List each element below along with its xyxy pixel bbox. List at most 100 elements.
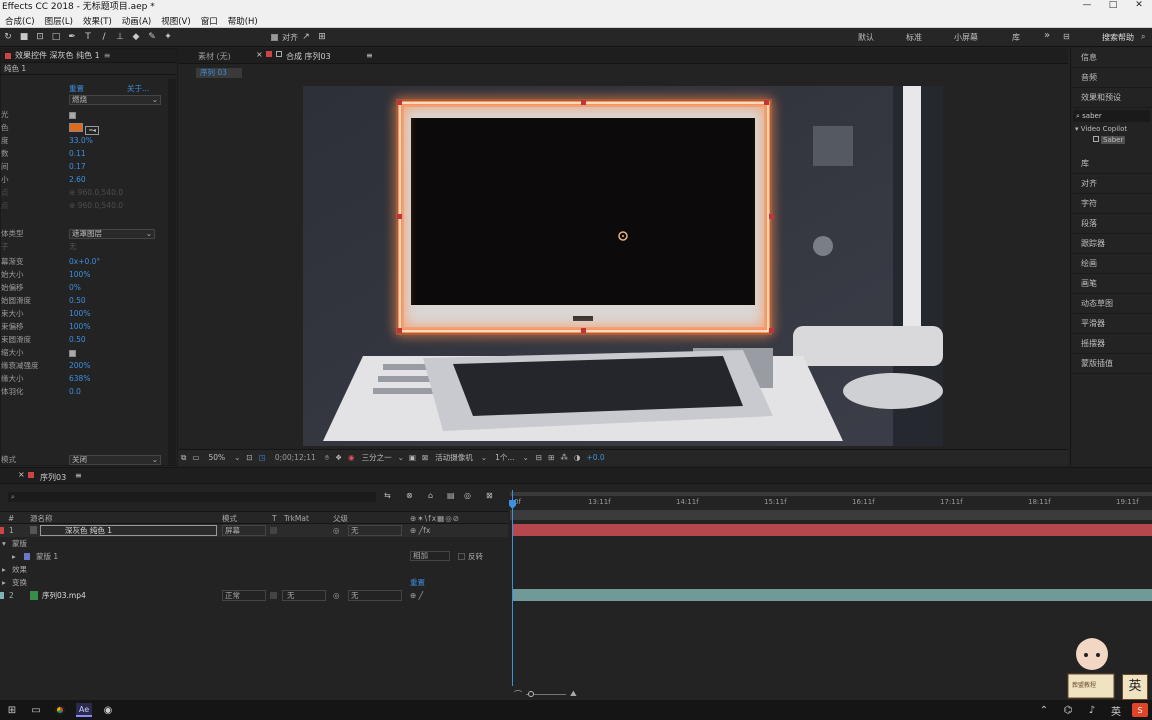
panel-character[interactable]: 字符 <box>1071 194 1152 214</box>
graph-editor-icon[interactable]: ⊠ <box>486 491 493 500</box>
panel-paragraph[interactable]: 段落 <box>1071 214 1152 234</box>
transform-group-row[interactable]: ▸ 变换 重置 <box>0 576 508 589</box>
search-help-field[interactable]: 搜索帮助 <box>1102 32 1134 43</box>
panel-mask-interpolation[interactable]: 蒙版插值 <box>1071 354 1152 374</box>
motion-blur-icon[interactable]: ◎ <box>464 491 471 500</box>
exposure-value[interactable]: +0.0 <box>586 453 604 462</box>
panel-motion-sketch[interactable]: 动态草图 <box>1071 294 1152 314</box>
snapshot-icon[interactable]: ⌾ <box>325 453 330 463</box>
display-icon[interactable]: ▭ <box>192 453 199 462</box>
snap-checkbox[interactable] <box>267 30 281 44</box>
layer-mode-dropdown[interactable]: 正常 <box>222 590 266 601</box>
layer-switches[interactable]: ⊕ ╱ <box>410 589 423 602</box>
camera-dropdown[interactable]: 活动摄像机 <box>435 452 473 463</box>
panel-library[interactable]: 库 <box>1071 154 1152 174</box>
prop-value[interactable]: 100% <box>69 268 90 281</box>
menu-layer[interactable]: 图层(L) <box>40 15 78 27</box>
search-icon[interactable]: ⌕ <box>1141 32 1145 42</box>
work-area-bar[interactable] <box>510 492 1152 496</box>
layer-name[interactable]: 序列03.mp4 <box>42 589 86 602</box>
task-view-icon[interactable]: ▭ <box>28 703 44 717</box>
rectangle-tool-icon[interactable]: □ <box>49 30 63 44</box>
prop-value[interactable]: 0x+0.0° <box>69 255 100 268</box>
reset-link[interactable]: 重置 <box>410 576 425 589</box>
close-icon[interactable]: × <box>18 470 25 479</box>
panel-menu-icon[interactable]: ≡ <box>366 51 373 60</box>
mask-mode-dropdown[interactable]: 相加 <box>410 551 450 561</box>
transparency-grid-icon[interactable]: ⊠ <box>422 453 428 462</box>
shy-layers-icon[interactable]: ⌂ <box>428 491 433 500</box>
mask-group-row[interactable]: ▾ 蒙版 <box>0 537 508 550</box>
pen-tool-icon[interactable]: ✒ <box>65 30 79 44</box>
color-channel-icon[interactable]: ◉ <box>348 453 355 462</box>
preserve-transparency[interactable] <box>270 527 277 534</box>
expand-arrow-icon[interactable]: ▸ <box>2 576 6 589</box>
menu-window[interactable]: 窗口 <box>196 15 223 27</box>
workspace-library[interactable]: 库 <box>1012 32 1020 43</box>
panel-align[interactable]: 对齐 <box>1071 174 1152 194</box>
draft-3d-icon[interactable]: ⊗ <box>406 491 413 500</box>
prop-value[interactable]: 638% <box>69 372 90 385</box>
layer-row-1[interactable]: 1 深灰色 纯色 1 屏幕 ◎ 无 ⊕ ╱fx <box>0 524 508 537</box>
panel-menu-icon[interactable]: ≡ <box>104 51 111 60</box>
snap-option-icon[interactable]: ↗ <box>299 30 313 44</box>
lock-icon[interactable] <box>28 472 34 478</box>
minimize-button[interactable]: — <box>1074 0 1100 14</box>
region-of-interest-icon[interactable]: ▣ <box>409 453 416 462</box>
prop-value[interactable]: 200% <box>69 359 90 372</box>
menu-view[interactable]: 视图(V) <box>156 15 195 27</box>
panel-effects-presets[interactable]: 效果和预设 <box>1071 88 1152 108</box>
trkmat-dropdown[interactable]: 无 <box>282 590 326 601</box>
volume-icon[interactable]: ♪ <box>1084 703 1100 717</box>
mask-color[interactable] <box>24 553 30 560</box>
notification-icon[interactable]: S <box>1132 703 1148 717</box>
navigator-bar[interactable] <box>510 510 1152 520</box>
always-preview-icon[interactable]: ⧉ <box>181 453 186 463</box>
prop-value[interactable]: 0.50 <box>69 294 86 307</box>
menu-animation[interactable]: 动画(A) <box>117 15 156 27</box>
panel-menu-icon[interactable]: ≡ <box>75 471 82 480</box>
mask-name[interactable]: 蒙版 1 <box>36 550 58 563</box>
zoom-slider[interactable] <box>526 690 566 697</box>
network-icon[interactable]: ⌬ <box>1060 703 1076 717</box>
timeline-tab[interactable]: 序列03 <box>40 472 66 483</box>
camera-tool-icon[interactable]: ■ <box>17 30 31 44</box>
prop-value[interactable]: 100% <box>69 307 90 320</box>
puppet-pin-tool-icon[interactable]: ✦ <box>161 30 175 44</box>
expand-arrow-icon[interactable]: ▸ <box>2 563 6 576</box>
search-box-icon[interactable]: ⊟ <box>1063 32 1070 41</box>
body-type-dropdown[interactable]: 遮罩图层 ⌄ <box>69 229 155 239</box>
tree-video-copilot[interactable]: ▾ Video Copilot <box>1071 124 1152 135</box>
timeline-tool-icon[interactable]: ⇆ <box>384 491 391 500</box>
mask-visibility-icon[interactable]: ◳ <box>259 453 266 462</box>
prop-value[interactable]: 0% <box>69 281 81 294</box>
inverted-checkbox[interactable] <box>458 553 465 560</box>
timeline-search-input[interactable]: ⌕ <box>8 492 376 502</box>
effects-group-row[interactable]: ▸ 效果 <box>0 563 508 576</box>
panel-audio[interactable]: 音频 <box>1071 68 1152 88</box>
layer-2-track-bar[interactable] <box>512 589 1152 601</box>
flowchart-icon[interactable]: ⁂ <box>560 453 568 462</box>
label-color[interactable] <box>0 527 4 534</box>
frame-blending-icon[interactable]: ▤ <box>447 491 455 500</box>
language-indicator[interactable]: 英 <box>1108 703 1124 718</box>
app-icon[interactable]: ◉ <box>100 703 116 717</box>
preset-dropdown[interactable]: 燃烧 ⌄ <box>69 95 161 105</box>
comp-tab[interactable]: 合成 序列03 <box>286 51 331 62</box>
prop-value[interactable]: 33.0% <box>69 134 93 147</box>
playhead[interactable] <box>512 490 513 686</box>
layer-mode-dropdown[interactable]: 屏幕 <box>222 525 266 536</box>
show-snapshot-icon[interactable]: ❖ <box>335 453 342 462</box>
panel-paint[interactable]: 绘画 <box>1071 254 1152 274</box>
layer-row-2[interactable]: 2 序列03.mp4 正常 无 ◎ 无 ⊕ ╱ <box>0 589 508 602</box>
pan-behind-tool-icon[interactable]: ⊡ <box>33 30 47 44</box>
close-button[interactable]: ✕ <box>1126 0 1152 14</box>
label-color[interactable] <box>0 592 4 599</box>
panel-tracker[interactable]: 跟踪器 <box>1071 234 1152 254</box>
layer-parent-dropdown[interactable]: 无 <box>348 590 402 601</box>
scale-checkbox[interactable] <box>69 346 76 359</box>
zoom-dropdown[interactable]: 50% <box>208 453 225 462</box>
title-safe-icon[interactable]: ⊡ <box>246 453 252 462</box>
toggle-pixel-icon[interactable]: ⊟ <box>536 453 542 462</box>
expand-arrow-icon[interactable]: ▾ <box>2 537 6 550</box>
